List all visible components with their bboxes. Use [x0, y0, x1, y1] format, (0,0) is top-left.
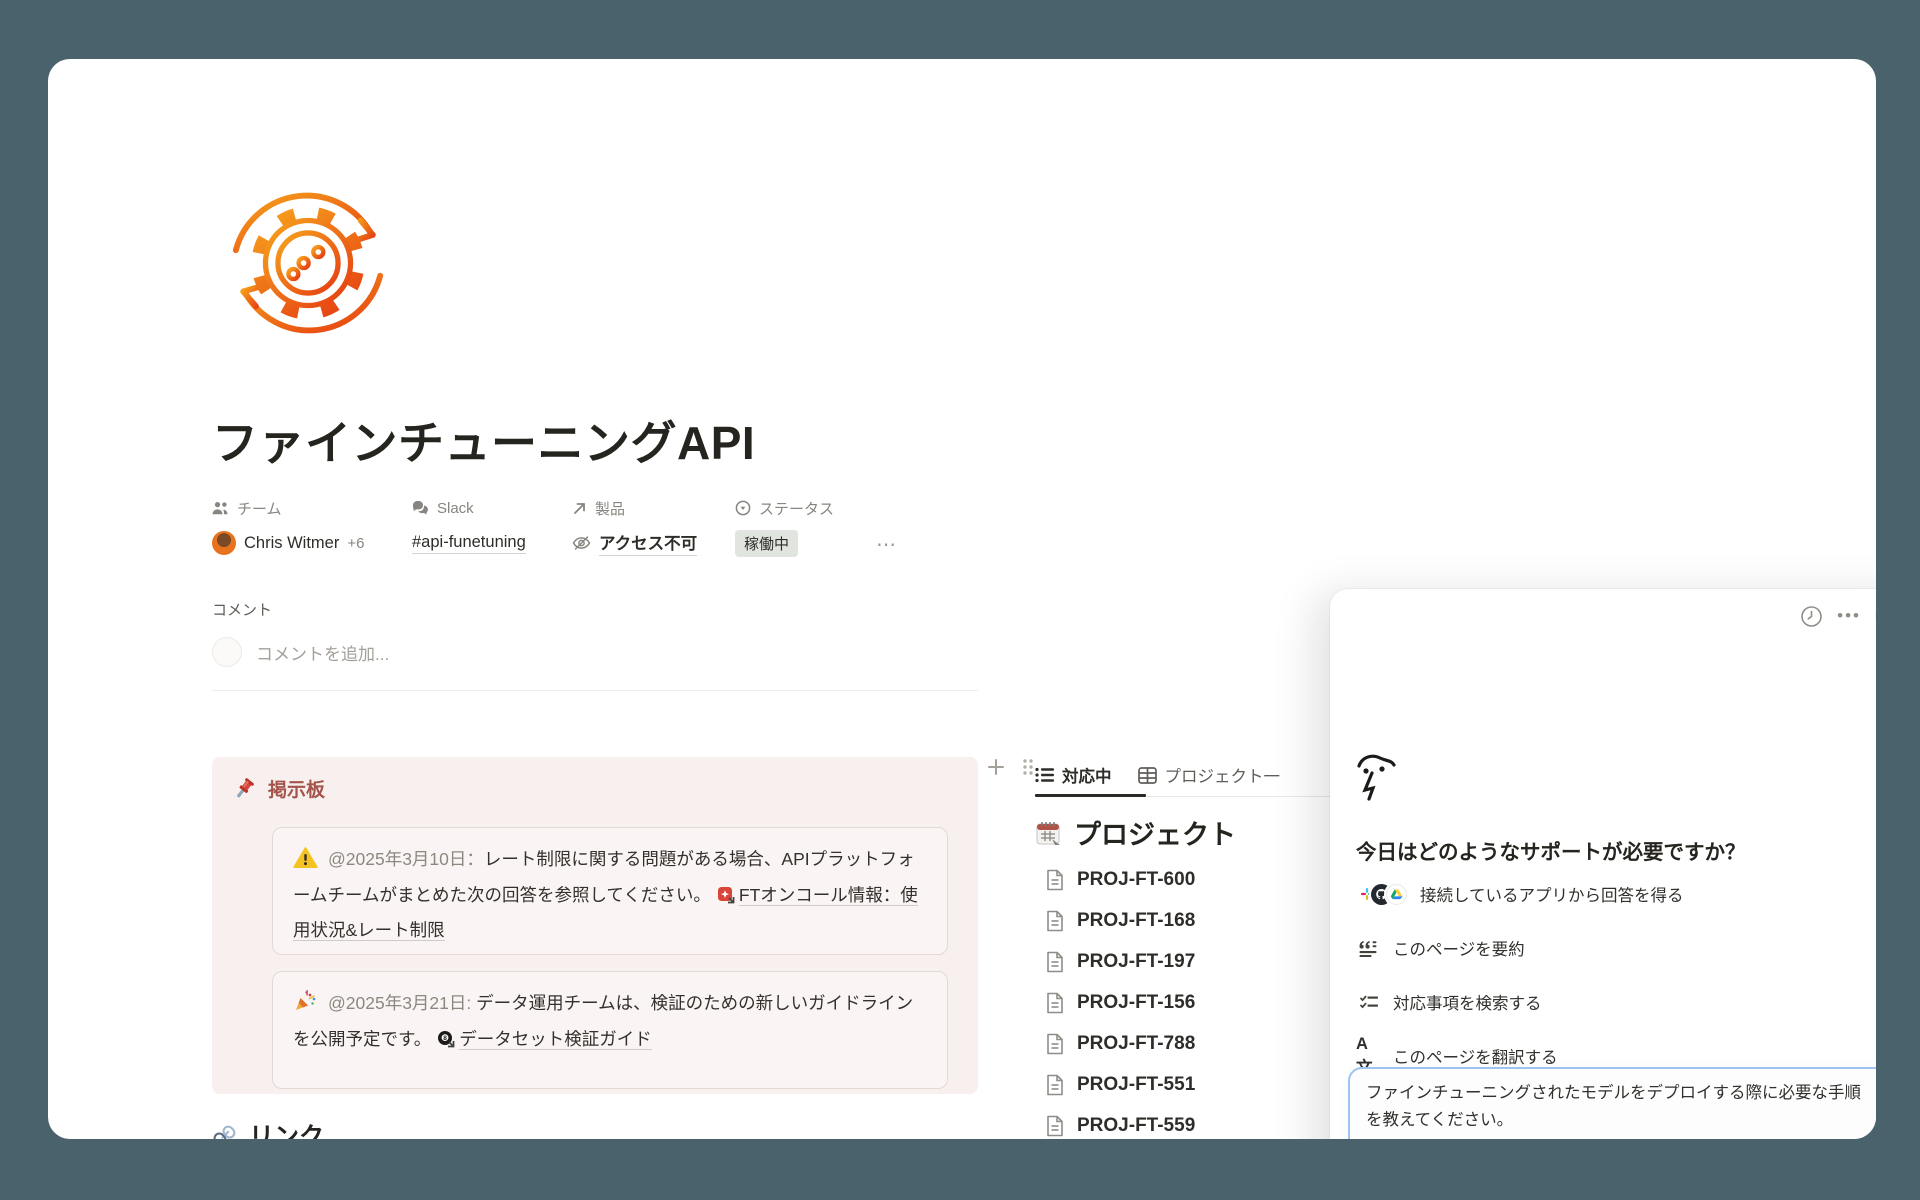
property-status[interactable]: ステータス: [735, 496, 834, 520]
svg-text:8: 8: [443, 1035, 447, 1042]
properties-more-button[interactable]: ⋯: [876, 532, 898, 557]
table-view-icon: [1138, 767, 1157, 784]
comments-label: コメント: [212, 599, 272, 620]
tab-active-list[interactable]: 対応中: [1035, 753, 1112, 797]
notice-guidelines: @2025年3月21日: データ運用チームは、検証のための新しいガイドラインを公…: [272, 971, 948, 1089]
calendar-icon: [1034, 819, 1062, 847]
suggestion-search-tasks[interactable]: 対応事項を検索する: [1356, 975, 1876, 1029]
list-item[interactable]: PROJ-FT-156: [1045, 982, 1315, 1023]
arrow-up-right-icon: [572, 501, 587, 516]
list-item[interactable]: PROJ-FT-788: [1045, 1023, 1315, 1064]
notice-rate-limit: @2025年3月10日：レート制限に関する問題がある場合、APIプラットフォーム…: [272, 827, 948, 955]
comment-placeholder: コメントを追加...: [256, 640, 389, 665]
notion-ai-face-icon: [1356, 753, 1398, 808]
status-badge[interactable]: 稼働中: [735, 530, 798, 557]
property-team-value[interactable]: Chris Witmer +6: [212, 528, 364, 558]
links-title: リンク: [249, 1117, 324, 1139]
page-icon: [1045, 951, 1065, 973]
property-team[interactable]: チーム: [212, 496, 364, 520]
history-icon[interactable]: [1800, 605, 1823, 628]
page-icon: [1045, 1074, 1065, 1096]
link-icon: [212, 1123, 237, 1140]
page-icon: [1045, 992, 1065, 1014]
google-drive-app-icon: [1386, 884, 1407, 905]
ai-prompt-input[interactable]: ファインチューニングされたモデルをデプロイする際に必要な手順を教えてください。 …: [1348, 1067, 1876, 1139]
divider: [212, 690, 978, 691]
notion-page-card: ファインチューニングAPI チーム Chris Witmer +6 Slack …: [48, 59, 1876, 1139]
property-product[interactable]: 製品: [572, 496, 697, 520]
people-icon: [212, 501, 229, 516]
page-icon-gear[interactable]: [220, 175, 396, 351]
page-icon: [1045, 1115, 1065, 1137]
pushpin-icon: [232, 777, 256, 801]
project-list-title[interactable]: プロジェクト: [1074, 813, 1236, 852]
page-link-icon-red: [717, 882, 735, 914]
bulletin-callout: 掲示板 @2025年3月10日：レート制限に関する問題がある場合、APIプラット…: [212, 757, 978, 1094]
suggestion-connected-apps[interactable]: 接続しているアプリから回答を得る: [1356, 867, 1876, 921]
add-comment-input[interactable]: コメントを追加...: [212, 637, 389, 667]
list-item[interactable]: PROJ-FT-197: [1045, 941, 1315, 982]
gear-tuning-cycle-icon: [220, 175, 396, 351]
page-link-icon-8ball: 8: [437, 1026, 455, 1058]
warning-icon: [293, 847, 318, 879]
bulletin-title: 掲示板: [268, 775, 325, 802]
ai-greeting: 今日はどのようなサポートが必要ですか？: [1356, 835, 1876, 865]
project-list: PROJ-FT-600 PROJ-FT-168 PROJ-FT-197 PROJ…: [1045, 859, 1315, 1139]
list-item[interactable]: PROJ-FT-559: [1045, 1105, 1315, 1139]
property-slack[interactable]: Slack: [412, 496, 526, 520]
avatar: [212, 531, 236, 555]
list-item[interactable]: PROJ-FT-168: [1045, 900, 1315, 941]
status-icon: [735, 500, 751, 516]
more-options-icon[interactable]: •••: [1837, 606, 1861, 626]
dataset-guide-link[interactable]: データセット検証ガイド: [459, 1029, 652, 1050]
task-search-icon: [1356, 994, 1380, 1010]
list-item[interactable]: PROJ-FT-551: [1045, 1064, 1315, 1105]
page-title[interactable]: ファインチューニングAPI: [212, 407, 972, 473]
property-product-value[interactable]: アクセス不可: [572, 528, 697, 558]
slack-channel-link[interactable]: #api-funetuning: [412, 533, 526, 554]
page-icon: [1045, 1033, 1065, 1055]
list-item[interactable]: PROJ-FT-600: [1045, 859, 1315, 900]
connected-apps-icons: [1356, 884, 1407, 905]
summarize-icon: [1356, 940, 1380, 957]
drag-handle-icon[interactable]: [1022, 758, 1034, 776]
party-popper-icon: [293, 989, 318, 1023]
page-icon: [1045, 910, 1065, 932]
add-view-icon[interactable]: [986, 757, 1006, 777]
eye-off-icon: [572, 535, 591, 551]
close-icon[interactable]: ✕: [1875, 601, 1876, 631]
page-icon: [1045, 869, 1065, 891]
comment-avatar: [212, 637, 242, 667]
chat-bubbles-icon: [412, 500, 429, 516]
tab-project-table[interactable]: プロジェクト一: [1138, 753, 1281, 797]
active-tab-underline: [1035, 794, 1146, 797]
property-table: チーム Chris Witmer +6 Slack #api-funetunin…: [212, 496, 992, 566]
list-view-icon: [1035, 767, 1054, 783]
suggestion-summarize[interactable]: このページを要約: [1356, 921, 1876, 975]
ai-prompt-text[interactable]: ファインチューニングされたモデルをデプロイする際に必要な手順を教えてください。: [1366, 1080, 1876, 1134]
